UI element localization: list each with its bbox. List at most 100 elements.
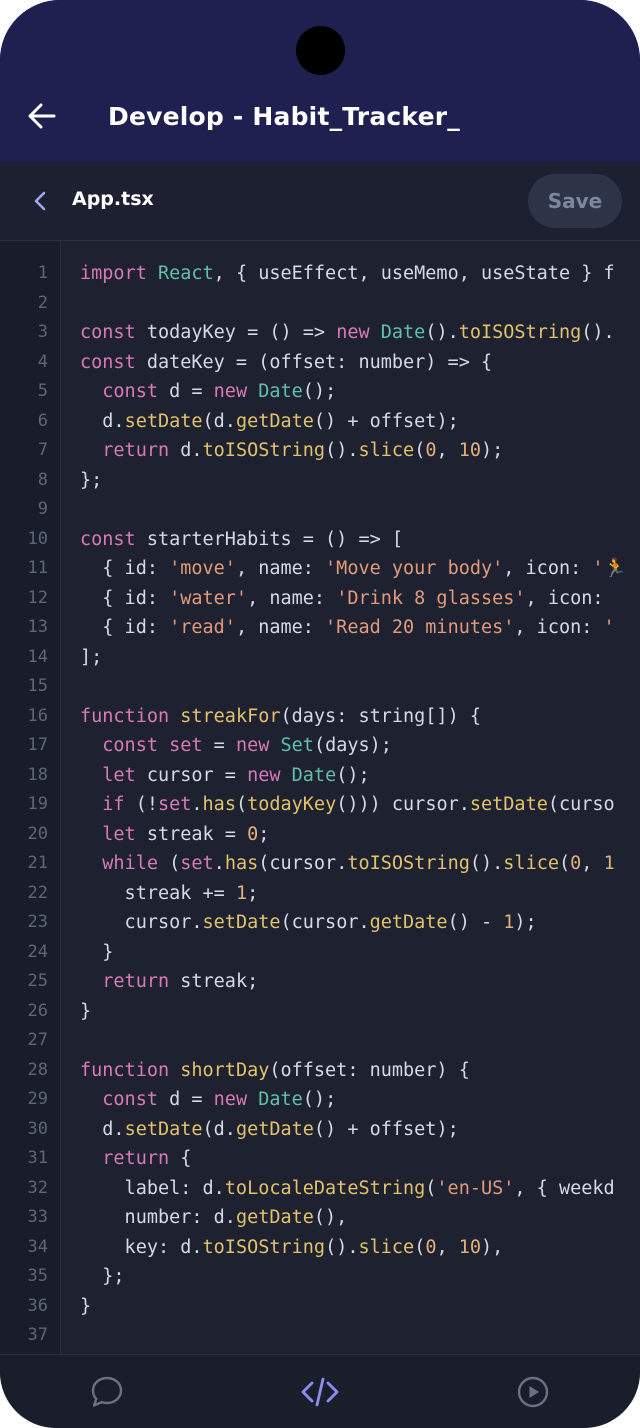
code-line: }; <box>80 466 102 496</box>
code-token: Date <box>291 764 337 786</box>
code-line: d.setDate(d.getDate() + offset); <box>80 1115 459 1145</box>
code-token: ; <box>247 882 259 904</box>
code-token: '🏃 <box>592 558 627 579</box>
code-line: const starterHabits = () => [ <box>80 525 403 555</box>
code-token: () + offset); <box>313 410 459 432</box>
code-line: label: d.toLocaleDateString('en-US', { w… <box>80 1174 615 1204</box>
code-token: let <box>102 764 147 786</box>
code-token: const <box>80 351 147 373</box>
back-button[interactable] <box>22 96 62 136</box>
code-token: }; <box>80 1266 125 1287</box>
arrow-left-icon <box>28 103 56 129</box>
bottom-nav <box>0 1354 640 1428</box>
line-number: 18 <box>27 764 48 785</box>
code-token: ); <box>481 440 504 461</box>
code-token: streakFor <box>180 705 281 727</box>
code-token: (curso <box>547 794 615 815</box>
code-token: number: d. <box>80 1207 236 1228</box>
line-number: 37 <box>27 1325 48 1345</box>
code-token: toISOString <box>202 440 326 461</box>
line-number: 4 <box>37 351 48 372</box>
code-token: { id: <box>80 558 170 579</box>
code-token: , icon: <box>514 617 604 638</box>
line-number: 9 <box>37 499 48 519</box>
code-token: ())) cursor. <box>336 794 470 815</box>
code-token: 10 <box>458 440 482 461</box>
code-token: new <box>235 735 281 756</box>
line-number: 20 <box>27 823 48 844</box>
line-number: 17 <box>27 735 48 755</box>
code-token: 0 <box>570 853 582 874</box>
code-line: } <box>80 1292 91 1322</box>
code-token: { id: <box>80 587 170 609</box>
code-line: d.setDate(d.getDate() + offset); <box>80 407 459 437</box>
code-token: (cursor. <box>280 912 370 933</box>
file-back-button[interactable] <box>26 186 54 216</box>
code-token: label: d. <box>80 1177 225 1199</box>
line-number: 19 <box>27 794 48 814</box>
code-line: const d = new Date(); <box>80 377 336 407</box>
code-token: set <box>157 794 192 815</box>
line-number: 30 <box>27 1118 48 1139</box>
code-editor[interactable]: 1 2 3 4 5 6 7 8 9 10 11 12 13 14 15 16 17 18 19 20 21 22 23 24 2… <box>0 241 640 1354</box>
code-token: cursor = <box>146 764 248 786</box>
code-token: (). <box>425 322 459 343</box>
code-token: , { useEffect, useMemo, useState } f <box>213 263 615 284</box>
code-token: { id: <box>80 617 170 638</box>
code-line: return streak; <box>80 967 258 997</box>
code-line: { id: 'water', name: 'Drink 8 glasses', … <box>80 584 615 614</box>
code-line: function streakFor(days: string[]) { <box>80 702 481 732</box>
code-token: }; <box>80 469 103 491</box>
nav-chat-button[interactable] <box>80 1365 134 1419</box>
code-token: const <box>102 381 170 402</box>
camera-cutout <box>296 26 345 75</box>
code-token: toISOString <box>458 322 582 343</box>
chat-icon <box>91 1376 123 1407</box>
save-button[interactable]: Save <box>528 174 622 228</box>
code-token: shortDay <box>180 1059 270 1081</box>
code-token: Date <box>258 381 303 402</box>
code-line: function shortDay(offset: number) { <box>80 1056 470 1086</box>
code-token: Set <box>280 735 314 756</box>
code-area[interactable]: import React, { useEffect, useMemo, useS… <box>80 241 640 1354</box>
line-number: 27 <box>27 1030 48 1050</box>
code-token: dateKey = (offset: number) => { <box>146 351 493 373</box>
code-token: toISOString <box>347 853 470 874</box>
code-line: key: d.toISOString().slice(0, 10), <box>80 1233 504 1263</box>
code-token: (cursor. <box>258 853 348 874</box>
code-token: set <box>180 853 214 874</box>
code-token: getDate <box>235 1207 314 1228</box>
code-line: while (set.has(cursor.toISOString().slic… <box>80 849 615 879</box>
code-token: { <box>180 1148 192 1169</box>
code-token: setDate <box>124 1118 203 1140</box>
code-token: const <box>102 1089 170 1110</box>
code-token: ( <box>235 794 248 815</box>
code-line: number: d.getDate(), <box>80 1203 348 1233</box>
code-token: 1 <box>603 853 615 874</box>
code-token: , { weekd <box>514 1177 615 1199</box>
code-token: , <box>436 440 459 461</box>
code-token: (d. <box>202 1118 236 1140</box>
code-token: function <box>80 705 181 727</box>
code-line: ]; <box>80 643 102 673</box>
line-number: 23 <box>27 912 48 932</box>
code-token: (). <box>469 853 504 874</box>
line-number-gutter: 1 2 3 4 5 6 7 8 9 10 11 12 13 14 15 16 17 18 19 20 21 22 23 24 2… <box>0 241 61 1354</box>
code-token: d. <box>80 1118 125 1140</box>
nav-preview-button[interactable] <box>506 1365 560 1419</box>
line-number: 8 <box>37 469 48 490</box>
code-line: streak += 1; <box>80 879 259 909</box>
nav-code-button[interactable] <box>293 1365 347 1419</box>
code-token: const <box>80 528 147 550</box>
code-token: ' <box>603 617 615 638</box>
code-token: 0 <box>425 440 437 461</box>
code-token: Date <box>380 322 426 343</box>
code-token: (d. <box>202 410 236 432</box>
code-token: () + offset); <box>313 1118 459 1140</box>
code-token: getDate <box>369 912 448 933</box>
code-token: slice <box>358 440 415 461</box>
line-number: 24 <box>27 941 48 962</box>
